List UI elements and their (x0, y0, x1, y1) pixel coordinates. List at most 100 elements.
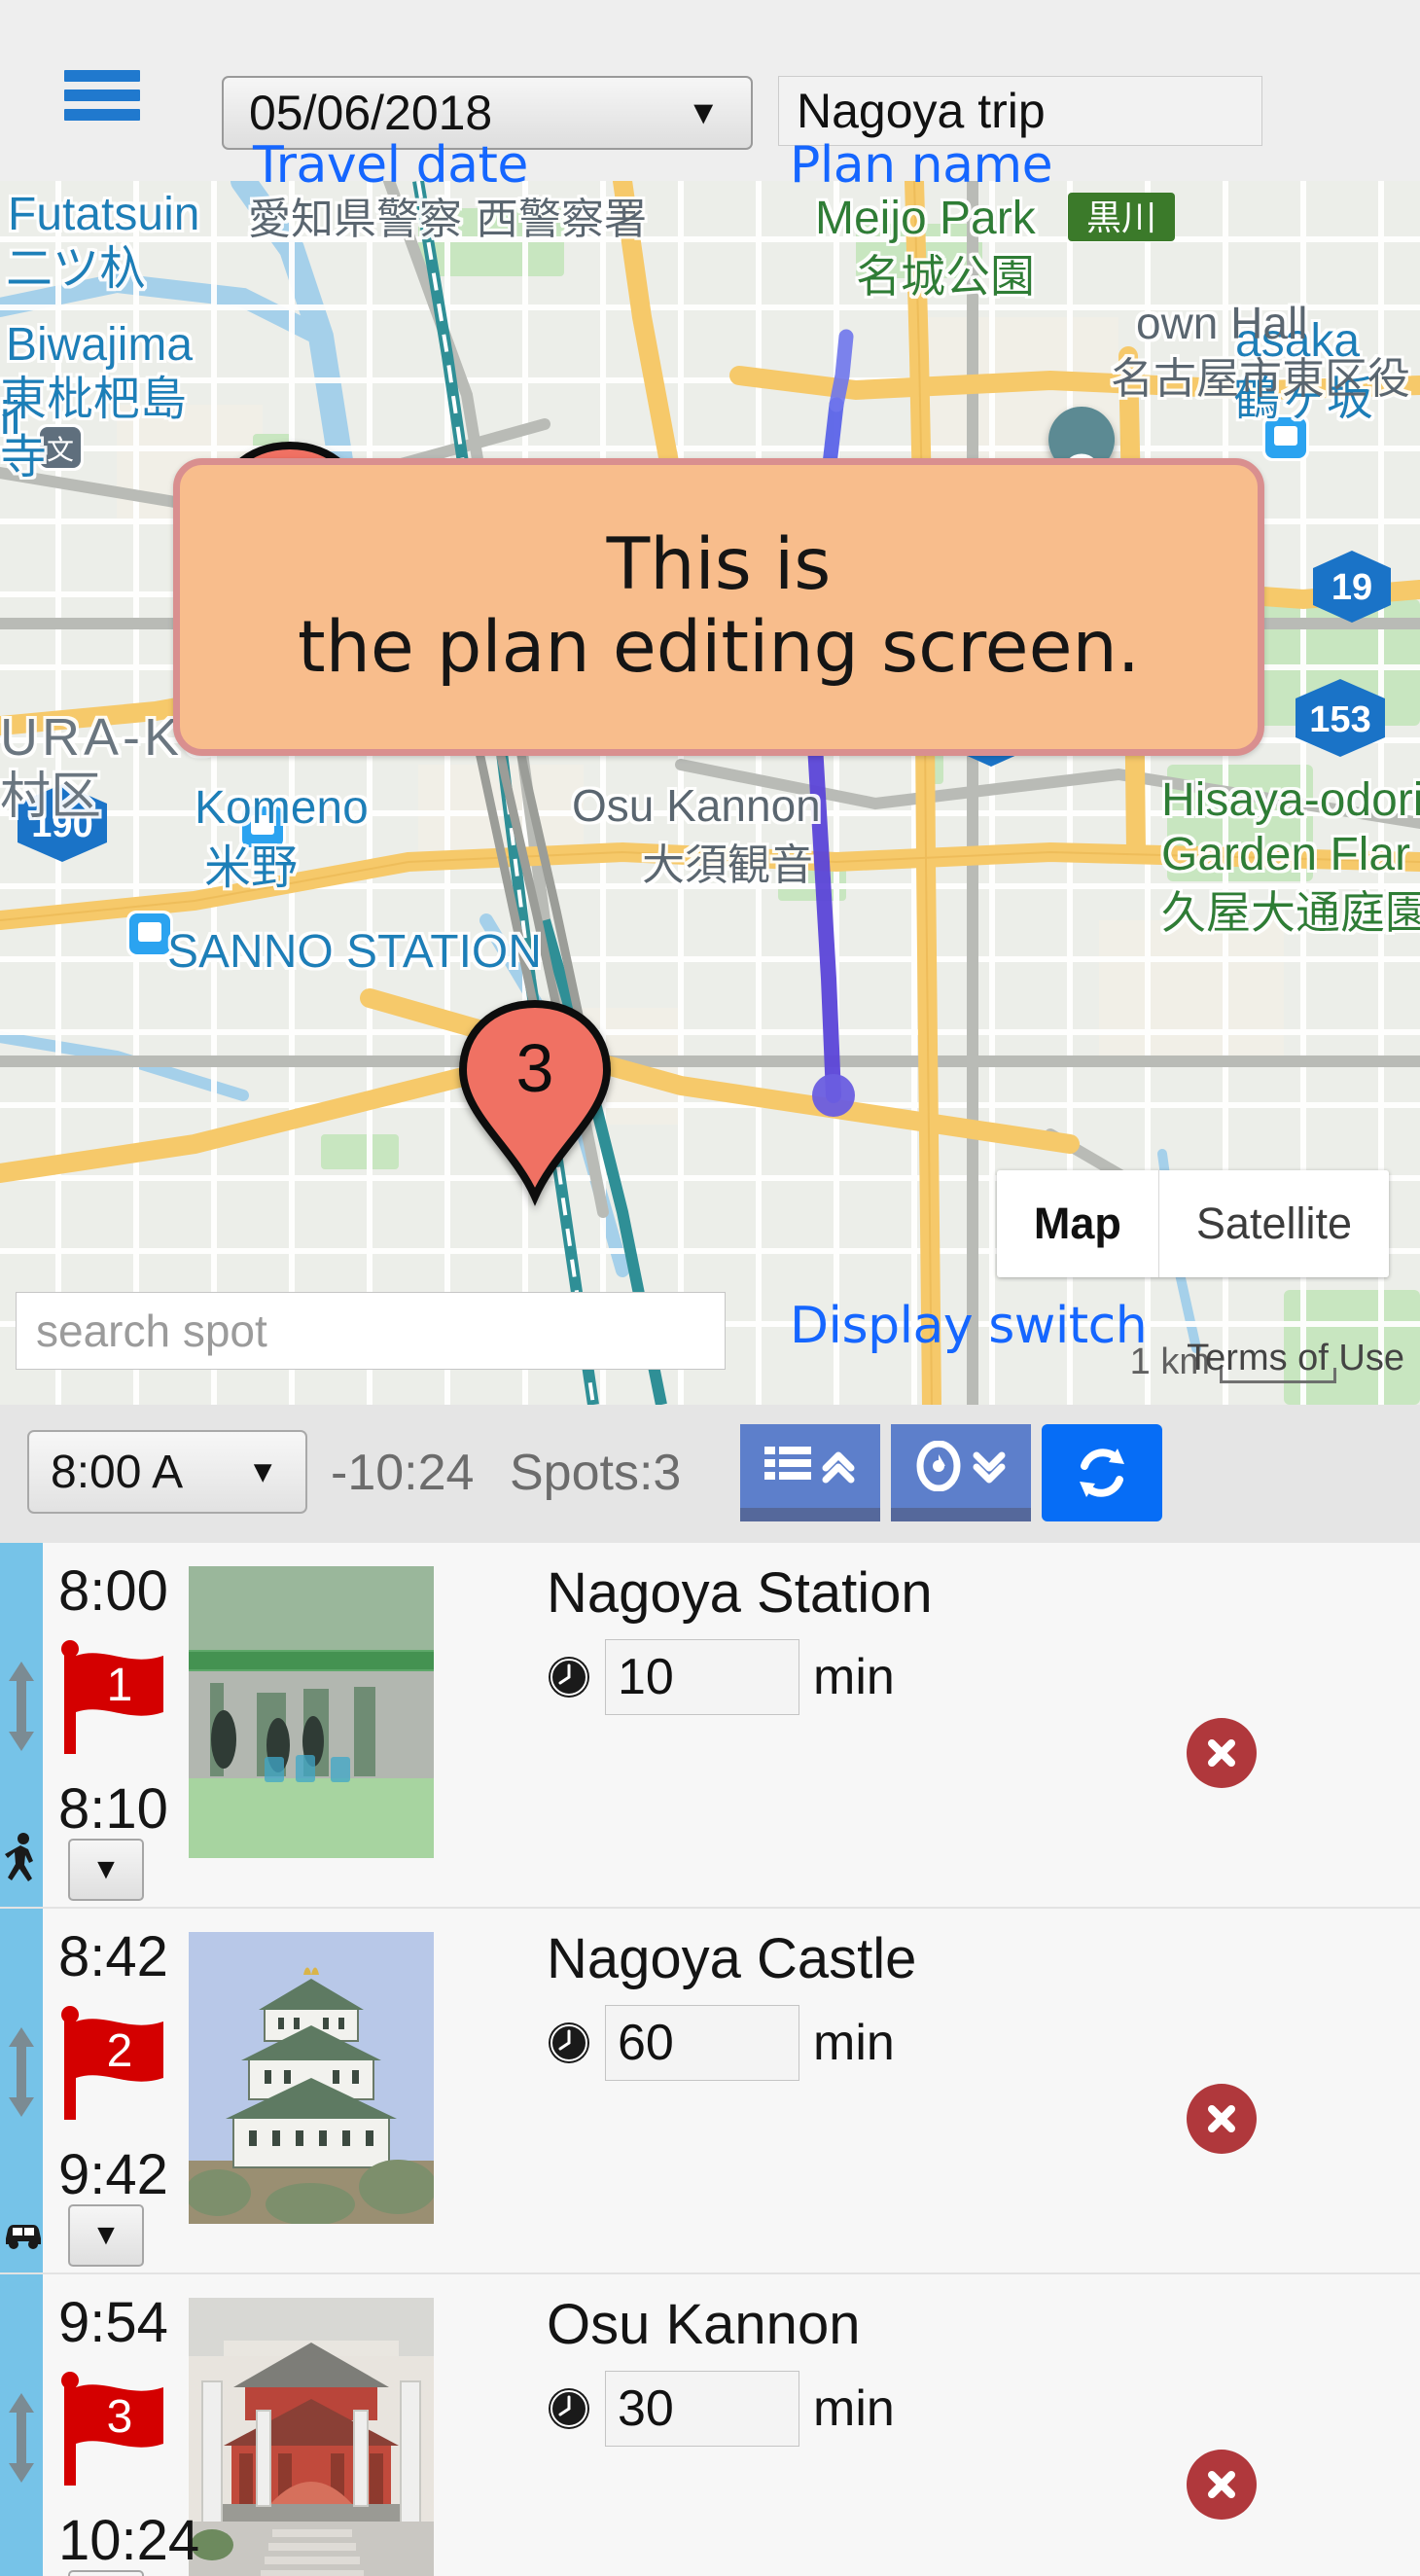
chevron-down-icon: ▼ (91, 2219, 121, 2251)
map-terms-of-use[interactable]: Terms of Use (1187, 1338, 1404, 1379)
delete-spot-button[interactable] (1187, 2084, 1257, 2154)
svg-text:own Hall: own Hall (1136, 298, 1307, 348)
start-time-select[interactable]: 8:00 A ▼ (27, 1430, 307, 1514)
delete-spot-button[interactable] (1187, 1718, 1257, 1788)
plan-name-input[interactable] (778, 76, 1262, 146)
spot-flag-number: 3 (107, 2391, 133, 2443)
hamburger-menu-icon[interactable] (64, 70, 140, 121)
spot-end-time: 10:24 (58, 2509, 200, 2572)
hamburger-bar-1 (64, 70, 140, 82)
spot-flag-number: 1 (107, 1660, 133, 1711)
transport-mode-select[interactable]: ▼ (68, 2570, 144, 2576)
end-time-label: -10:24 (331, 1445, 475, 1501)
row-times: 9:54 3 10:24 ▼ (43, 2274, 199, 2576)
spot-photo[interactable] (189, 1566, 434, 1858)
search-spot-input[interactable] (16, 1292, 726, 1370)
spot-photo[interactable] (189, 2298, 434, 2576)
svg-text:寺: 寺 (0, 430, 47, 484)
svg-text:19: 19 (1331, 567, 1372, 608)
clock-icon (549, 2022, 589, 2063)
spot-name: Nagoya Station (547, 1561, 933, 1625)
app-header: 05/06/2018 ▼ (0, 0, 1420, 181)
compass-expand-button[interactable] (891, 1424, 1031, 1521)
duration-unit: min (813, 2015, 895, 2071)
duration-unit: min (813, 1649, 895, 1705)
spot-flag-number: 2 (107, 2025, 133, 2077)
transport-mode-select[interactable]: ▼ (68, 1839, 144, 1901)
spot-flag: 2 (58, 2006, 175, 2126)
svg-text:久屋大通庭園: 久屋大通庭園 (1161, 886, 1420, 939)
spot-count-label: Spots:3 (510, 1445, 682, 1501)
svg-text:米野: 米野 (204, 841, 298, 895)
chevron-down-icon: ▼ (687, 94, 720, 131)
up-down-arrow-icon[interactable] (2, 2025, 41, 2124)
callout-line-2: the plan editing screen. (298, 606, 1140, 689)
start-time-value: 8:00 A (51, 1446, 184, 1498)
spot-detail: Nagoya Castle min (434, 1909, 1420, 2272)
spot-detail: Osu Kannon min (434, 2274, 1420, 2576)
up-down-arrow-icon[interactable] (2, 1660, 41, 1758)
svg-text:Komeno: Komeno (195, 782, 369, 834)
spot-list-item[interactable]: 8:42 2 9:42 ▼ Nagoya Castle 60 min (0, 1909, 1420, 2274)
map-type-switch[interactable]: Map Satellite (996, 1170, 1389, 1277)
duration-input[interactable] (605, 2005, 799, 2081)
travel-date-select[interactable]: 05/06/2018 ▼ (222, 76, 753, 150)
reload-button[interactable] (1042, 1424, 1162, 1521)
svg-text:東枇杷島: 東枇杷島 (0, 372, 187, 426)
spot-name: Nagoya Castle (547, 1927, 917, 1990)
clock-icon (549, 2388, 589, 2429)
spot-flag: 1 (58, 1640, 175, 1760)
compass-icon (916, 1441, 961, 1491)
svg-text:黒川: 黒川 (1086, 198, 1156, 238)
spot-list[interactable]: 8:00 1 8:10 ▼ Nagoya Station 10 min 8:42… (0, 1543, 1420, 2576)
delete-spot-button[interactable] (1187, 2450, 1257, 2520)
chevron-down-icon (973, 1451, 1006, 1484)
car-icon (2, 2217, 41, 2255)
map-type-map[interactable]: Map (997, 1170, 1158, 1277)
spot-start-time: 9:54 (58, 2291, 168, 2354)
svg-text:3: 3 (516, 1030, 554, 1106)
svg-text:Futatsuin: Futatsuin (8, 189, 199, 240)
chevron-down-icon: ▼ (91, 1853, 121, 1885)
map-type-satellite[interactable]: Satellite (1159, 1170, 1389, 1277)
close-x-icon (1208, 2471, 1235, 2498)
spot-start-time: 8:42 (58, 1925, 168, 1988)
list-collapse-button[interactable] (740, 1424, 880, 1521)
svg-text:愛知県警察 西警察署: 愛知県警察 西警察署 (248, 195, 647, 244)
spot-list-item[interactable]: 9:54 3 10:24 ▼ (0, 2274, 1420, 2576)
transport-mode-select[interactable]: ▼ (68, 2204, 144, 2267)
spot-photo[interactable] (189, 1932, 434, 2224)
svg-text:二ツ杁: 二ツ杁 (6, 241, 146, 296)
svg-text:Hisaya-odori: Hisaya-odori (1161, 774, 1420, 826)
spot-flag: 3 (58, 2372, 175, 2491)
svg-text:SANNO STATION: SANNO STATION (167, 926, 542, 978)
row-rail (0, 1543, 43, 1907)
svg-text:Osu Kannon: Osu Kannon (572, 780, 821, 831)
svg-text:名古屋市東区役: 名古屋市東区役 (1111, 354, 1410, 404)
duration-row: min (547, 2371, 1420, 2447)
spot-list-item[interactable]: 8:00 1 8:10 ▼ Nagoya Station 10 min (0, 1543, 1420, 1909)
svg-text:大須観音: 大須観音 (642, 841, 813, 890)
tutorial-callout: This is the plan editing screen. (173, 458, 1264, 756)
up-down-arrow-icon[interactable] (2, 2391, 41, 2489)
hamburger-bar-2 (64, 89, 140, 101)
spot-end-time: 9:42 (58, 2143, 168, 2206)
close-x-icon (1208, 1739, 1235, 1767)
svg-text:Biwajima: Biwajima (6, 319, 193, 371)
svg-text:村区: 村区 (0, 768, 101, 826)
svg-text:Meijo Park: Meijo Park (815, 193, 1037, 244)
duration-row: min (547, 2005, 1420, 2081)
travel-date-value: 05/06/2018 (249, 86, 493, 140)
map-canvas[interactable]: 丸の内 黒川 19 68 60 153 190 文 (0, 181, 1420, 1405)
clock-icon (549, 1657, 589, 1698)
svg-text:Garden Flar: Garden Flar (1161, 829, 1410, 880)
duration-row: min (547, 1639, 1420, 1715)
walking-person-icon (2, 1832, 41, 1889)
close-x-icon (1208, 2105, 1235, 2132)
duration-input[interactable] (605, 1639, 799, 1715)
duration-input[interactable] (605, 2371, 799, 2447)
hamburger-bar-3 (64, 109, 140, 121)
plan-toolbar: 8:00 A ▼ -10:24 Spots:3 (0, 1405, 1420, 1543)
spot-name: Osu Kannon (547, 2293, 861, 2356)
list-icon (764, 1447, 811, 1480)
